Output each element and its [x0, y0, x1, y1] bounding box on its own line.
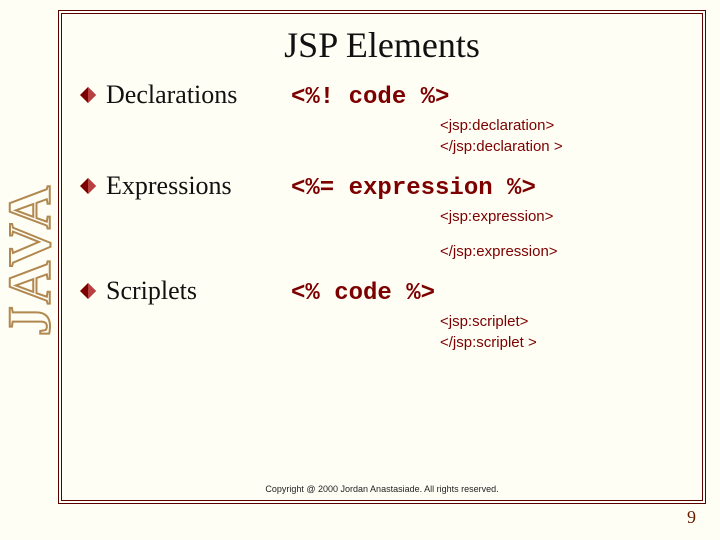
copyright-text: Copyright @ 2000 Jordan Anastasiade. All… — [62, 484, 702, 494]
item-label: Expressions — [106, 171, 291, 201]
xml-close-tag: </jsp:declaration > — [440, 136, 684, 157]
item-label: Scriplets — [106, 276, 291, 306]
item-label: Declarations — [106, 80, 291, 110]
item-syntax: <% code %> — [291, 280, 435, 307]
xml-tag-block: <jsp:expression> </jsp:expression> — [440, 206, 684, 262]
java-vertical-banner: JAVA — [8, 90, 52, 430]
xml-open-tag: <jsp:scriplet> — [440, 311, 684, 332]
xml-open-tag: <jsp:declaration> — [440, 115, 684, 136]
xml-open-tag: <jsp:expression> — [440, 206, 684, 227]
page-title: JSP Elements — [80, 24, 684, 66]
diamond-bullet-icon — [80, 178, 96, 199]
list-item: Scriplets <% code %> — [80, 276, 684, 307]
xml-close-tag: </jsp:scriplet > — [440, 332, 684, 353]
diamond-bullet-icon — [80, 87, 96, 108]
item-syntax: <%= expression %> — [291, 175, 536, 202]
diamond-bullet-icon — [80, 283, 96, 304]
list-item: Declarations <%! code %> — [80, 80, 684, 111]
xml-tag-block: <jsp:scriplet> </jsp:scriplet > — [440, 311, 684, 353]
slide-frame: JSP Elements Declarations <%! code %> <j… — [58, 10, 706, 504]
java-banner-text: JAVA — [0, 184, 65, 337]
xml-close-tag: </jsp:expression> — [440, 241, 684, 262]
list-item: Expressions <%= expression %> — [80, 171, 684, 202]
item-syntax: <%! code %> — [291, 84, 449, 111]
page-number: 9 — [687, 507, 696, 528]
xml-tag-block: <jsp:declaration> </jsp:declaration > — [440, 115, 684, 157]
